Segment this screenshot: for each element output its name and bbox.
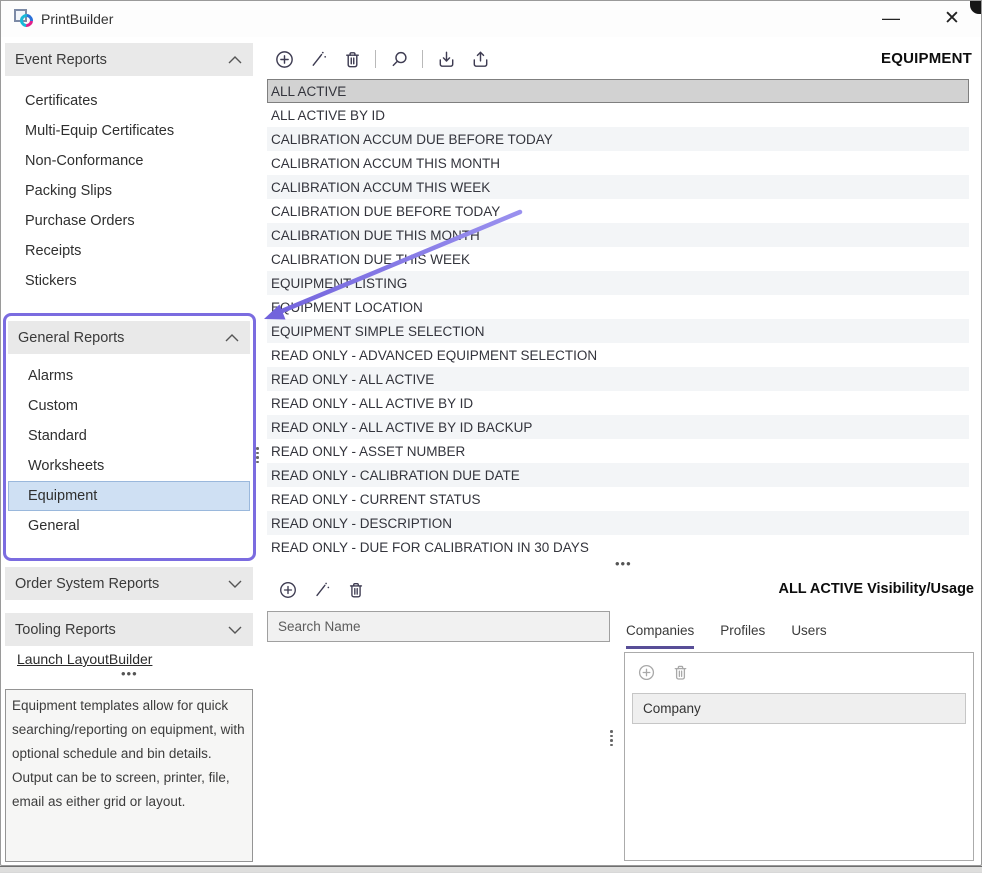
template-row[interactable]: READ ONLY - DESCRIPTION [267,511,969,535]
search-placeholder: Search Name [278,619,361,634]
sidebar-item[interactable]: Alarms [8,361,250,391]
add-icon[interactable] [635,661,657,683]
section-label: Order System Reports [15,576,159,592]
import-icon[interactable] [435,48,457,70]
desktop-background-strip [0,866,982,872]
template-row[interactable]: CALIBRATION ACCUM THIS WEEK [267,175,969,199]
chevron-down-icon[interactable] [227,625,243,635]
category-title: EQUIPMENT [881,50,972,67]
search-icon[interactable] [388,48,410,70]
sidebar-item[interactable]: Custom [8,391,250,421]
template-row[interactable]: CALIBRATION ACCUM DUE BEFORE TODAY [267,127,969,151]
delete-icon[interactable] [669,661,691,683]
companies-panel: Company [624,652,974,861]
search-name-input[interactable]: Search Name [267,611,610,642]
template-row[interactable]: CALIBRATION DUE BEFORE TODAY [267,199,969,223]
launch-layoutbuilder-link[interactable]: Launch LayoutBuilder [17,651,152,667]
delete-icon[interactable] [345,579,367,601]
general-reports-items: AlarmsCustomStandardWorksheetsEquipmentG… [8,361,250,541]
visibility-usage-title: ALL ACTIVE Visibility/Usage [778,581,974,597]
sidebar-item[interactable]: Purchase Orders [5,206,253,236]
tab[interactable]: Profiles [720,623,765,649]
template-row[interactable]: READ ONLY - ALL ACTIVE BY ID [267,391,969,415]
chevron-up-icon[interactable] [227,55,243,65]
add-icon[interactable] [277,579,299,601]
section-header-general-reports[interactable]: General Reports [8,321,250,354]
vertical-splitter-grip[interactable] [256,447,259,463]
section-label: General Reports [18,330,124,346]
wand-icon[interactable] [307,48,329,70]
search-toolbar [277,577,367,603]
sidebar: Event Reports CertificatesMulti-Equip Ce… [5,43,253,867]
section-label: Tooling Reports [15,622,116,638]
sidebar-item[interactable]: Multi-Equip Certificates [5,116,253,146]
template-row[interactable]: EQUIPMENT LISTING [267,271,969,295]
vertical-splitter-grip[interactable] [610,730,613,746]
sidebar-splitter-handle[interactable]: ••• [121,671,138,677]
sidebar-item[interactable]: General [8,511,250,541]
template-row[interactable]: EQUIPMENT SIMPLE SELECTION [267,319,969,343]
companies-toolbar [625,653,973,689]
horizontal-splitter-handle[interactable]: ••• [615,561,632,567]
title-bar: PrintBuilder — ✕ [1,1,981,37]
window-title: PrintBuilder [41,11,113,27]
wand-icon[interactable] [311,579,333,601]
main-panel: EQUIPMENT ALL ACTIVEALL ACTIVE BY IDCALI… [267,45,974,861]
section-header-event-reports[interactable]: Event Reports [5,43,253,76]
template-row[interactable]: ALL ACTIVE BY ID [267,103,969,127]
template-row[interactable]: READ ONLY - CURRENT STATUS [267,487,969,511]
sidebar-item[interactable]: Standard [8,421,250,451]
event-reports-items: CertificatesMulti-Equip CertificatesNon-… [5,86,253,296]
template-row[interactable]: CALIBRATION DUE THIS WEEK [267,247,969,271]
tab[interactable]: Companies [626,623,694,649]
section-header-order-system-reports[interactable]: Order System Reports [5,567,253,600]
tab[interactable]: Users [791,623,826,649]
usage-tabs: Companies Profiles Users [626,623,827,649]
toolbar-separator [422,50,423,68]
sidebar-item[interactable]: Non-Conformance [5,146,253,176]
sidebar-item[interactable]: Worksheets [8,451,250,481]
export-icon[interactable] [469,48,491,70]
minimize-button[interactable]: — [868,1,914,35]
chevron-down-icon[interactable] [227,579,243,589]
sidebar-item[interactable]: Packing Slips [5,176,253,206]
template-row[interactable]: ALL ACTIVE [267,79,969,103]
template-row[interactable]: READ ONLY - ADVANCED EQUIPMENT SELECTION [267,343,969,367]
template-row[interactable]: CALIBRATION DUE THIS MONTH [267,223,969,247]
template-row[interactable]: EQUIPMENT LOCATION [267,295,969,319]
toolbar-separator [375,50,376,68]
template-toolbar [273,45,491,73]
template-list: ALL ACTIVEALL ACTIVE BY IDCALIBRATION AC… [267,79,969,559]
chevron-up-icon[interactable] [224,333,240,343]
printbuilder-app-icon [14,9,34,29]
template-description-text: Equipment templates allow for quick sear… [5,689,253,862]
delete-icon[interactable] [341,48,363,70]
sidebar-item[interactable]: Receipts [5,236,253,266]
sidebar-item[interactable]: Certificates [5,86,253,116]
template-row[interactable]: READ ONLY - ALL ACTIVE BY ID BACKUP [267,415,969,439]
company-column-header[interactable]: Company [632,693,966,724]
printbuilder-window: PrintBuilder — ✕ Event Reports Certifica… [0,0,982,866]
template-row[interactable]: READ ONLY - ASSET NUMBER [267,439,969,463]
sidebar-item[interactable]: Equipment [8,481,250,511]
section-header-tooling-reports[interactable]: Tooling Reports [5,613,253,646]
add-icon[interactable] [273,48,295,70]
template-row[interactable]: CALIBRATION ACCUM THIS MONTH [267,151,969,175]
template-row[interactable]: READ ONLY - ALL ACTIVE [267,367,969,391]
close-button[interactable]: ✕ [929,1,975,35]
sidebar-item[interactable]: Stickers [5,266,253,296]
template-row[interactable]: READ ONLY - CALIBRATION DUE DATE [267,463,969,487]
section-label: Event Reports [15,52,107,68]
